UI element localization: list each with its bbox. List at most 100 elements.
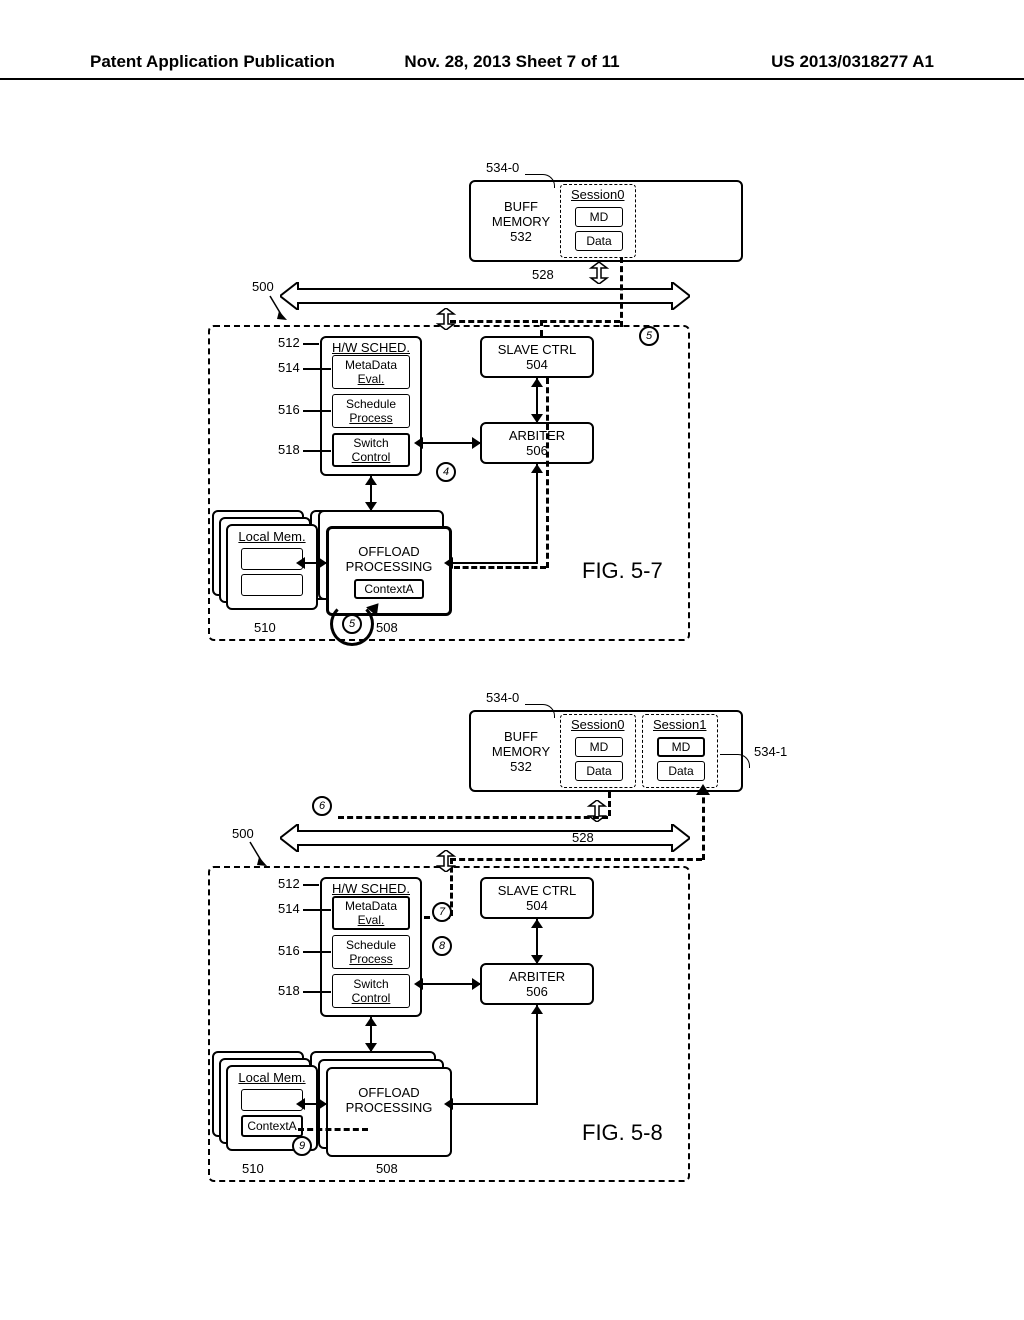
fig-5-8-label: FIG. 5-8 bbox=[582, 1120, 663, 1146]
dpath-58-6b bbox=[608, 792, 611, 816]
leader-500-8 bbox=[245, 840, 269, 868]
switch-control-box-8: Switch Control bbox=[332, 974, 410, 1008]
header-center: Nov. 28, 2013 Sheet 7 of 11 bbox=[404, 52, 619, 72]
arbiter-block: ARBITER 506 bbox=[480, 422, 594, 464]
session0-box-8: Session0 MD Data bbox=[560, 714, 636, 788]
offload-label-2: PROCESSING bbox=[346, 559, 433, 574]
conn-arb-off bbox=[536, 464, 538, 564]
lm-inner-1 bbox=[241, 548, 303, 570]
figure-5-8: BUFF MEMORY 532 Session0 MD Data Session… bbox=[190, 680, 830, 1200]
conn-off-arb-h-8 bbox=[452, 1103, 538, 1105]
md-box-s1: MD bbox=[657, 737, 705, 757]
bus-528 bbox=[280, 282, 690, 310]
ref-532: 532 bbox=[481, 229, 561, 244]
arrow-left-2 bbox=[414, 437, 423, 449]
session0-box: Session0 MD Data bbox=[560, 184, 636, 258]
arrow-down-5 bbox=[365, 502, 377, 511]
session0-label: Session0 bbox=[571, 187, 624, 202]
offload-processing-stack: OFFLOAD PROCESSING ContextA bbox=[310, 510, 452, 610]
slave-ctrl-block: SLAVE CTRL 504 bbox=[480, 336, 594, 378]
buff-label-2: MEMORY bbox=[481, 214, 561, 229]
dpath-58-s1b bbox=[450, 858, 702, 861]
leader-518 bbox=[303, 450, 331, 452]
ref-506: 506 bbox=[526, 443, 548, 458]
ref-534-0-8: 534-0 bbox=[486, 690, 519, 705]
step-9: 9 bbox=[292, 1136, 312, 1156]
bidir-bus-500 bbox=[434, 308, 458, 330]
hw-sched-label: H/W SCHED. bbox=[332, 340, 410, 355]
header-left: Patent Application Publication bbox=[90, 52, 335, 72]
offload-processing-stack-8: OFFLOAD PROCESSING bbox=[310, 1051, 452, 1151]
leader-534-1 bbox=[720, 754, 750, 768]
ref-534-1: 534-1 bbox=[754, 744, 787, 759]
metadata-eval-box: MetaData Eval. bbox=[332, 355, 410, 389]
schedule-process-box-8: Schedule Process bbox=[332, 935, 410, 969]
leader-500 bbox=[265, 294, 289, 322]
ref-528-8: 528 bbox=[572, 830, 594, 845]
step-5-b: 5 bbox=[342, 614, 362, 634]
dpath-58-s1 bbox=[702, 788, 705, 860]
arrow-left-6 bbox=[296, 557, 305, 569]
fig-5-7-label: FIG. 5-7 bbox=[582, 558, 663, 584]
leader-516 bbox=[303, 410, 331, 412]
buff-label-1: BUFF bbox=[481, 199, 561, 214]
lm-inner-1-8 bbox=[241, 1089, 303, 1111]
slave-ctrl-block-8: SLAVE CTRL 504 bbox=[480, 877, 594, 919]
dpath-58-ctx bbox=[298, 1128, 368, 1131]
dpath-57-e bbox=[454, 566, 546, 569]
dpath-57-c bbox=[540, 320, 543, 336]
dpath-57-a bbox=[620, 257, 623, 327]
arbiter-block-8: ARBITER 506 bbox=[480, 963, 594, 1005]
ref-500-8: 500 bbox=[232, 826, 254, 841]
ref-504: 504 bbox=[526, 357, 548, 372]
ref-534-0: 534-0 bbox=[486, 160, 519, 175]
md-box: MD bbox=[575, 207, 623, 227]
arrow-up-s1 bbox=[696, 784, 710, 795]
leader-534-0 bbox=[525, 174, 555, 188]
arrow-up-5a bbox=[365, 476, 377, 485]
switch-control-box: Switch Control bbox=[332, 433, 410, 467]
dpath-57-b bbox=[450, 320, 620, 323]
dpath-57-d bbox=[546, 378, 549, 568]
arrow-up-3 bbox=[531, 464, 543, 473]
ref-516: 516 bbox=[278, 402, 300, 417]
ref-500: 500 bbox=[252, 279, 274, 294]
dpath-58-6 bbox=[338, 816, 608, 819]
page-header: Patent Application Publication Nov. 28, … bbox=[0, 52, 1024, 80]
ref-518: 518 bbox=[278, 442, 300, 457]
ref-514: 514 bbox=[278, 360, 300, 375]
ref-512: 512 bbox=[278, 335, 300, 350]
step-5-a: 5 bbox=[639, 326, 659, 346]
conn-arb-off-8 bbox=[536, 1005, 538, 1105]
leader-534-0-8 bbox=[525, 704, 555, 718]
local-mem-label: Local Mem. bbox=[228, 529, 316, 544]
data-box-s1: Data bbox=[657, 761, 705, 781]
arrow-left-4 bbox=[444, 557, 453, 569]
bidir-bus-500-8 bbox=[434, 850, 458, 872]
ref-508: 508 bbox=[376, 620, 398, 635]
ref-528: 528 bbox=[532, 267, 554, 282]
bus-528-8 bbox=[280, 824, 690, 852]
step-7: 7 bbox=[432, 902, 452, 922]
leader-514 bbox=[303, 368, 331, 370]
patent-page: Patent Application Publication Nov. 28, … bbox=[0, 0, 1024, 1320]
header-right: US 2013/0318277 A1 bbox=[771, 52, 934, 72]
step-8: 8 bbox=[432, 936, 452, 956]
arrow-up-1 bbox=[531, 378, 543, 387]
offload-label-1: OFFLOAD bbox=[358, 544, 419, 559]
ref-510: 510 bbox=[254, 620, 276, 635]
arrow-right-6 bbox=[318, 557, 327, 569]
lm-inner-2 bbox=[241, 574, 303, 596]
arrow-right-2 bbox=[472, 437, 481, 449]
contextA-box: ContextA bbox=[354, 579, 424, 599]
leader-512 bbox=[303, 343, 319, 345]
figure-5-7: BUFF MEMORY 532 Session0 MD Data 534-0 5… bbox=[190, 160, 790, 650]
lm-contextA-box: ContextA bbox=[241, 1115, 303, 1137]
schedule-process-box: Schedule Process bbox=[332, 394, 410, 428]
metadata-eval-box-8: MetaData Eval. bbox=[332, 896, 410, 930]
session1-box-8: Session1 MD Data bbox=[642, 714, 718, 788]
arrow-down-1 bbox=[531, 414, 543, 423]
step-4: 4 bbox=[436, 462, 456, 482]
slave-ctrl-label: SLAVE CTRL bbox=[498, 342, 577, 357]
arbiter-label: ARBITER bbox=[509, 428, 565, 443]
